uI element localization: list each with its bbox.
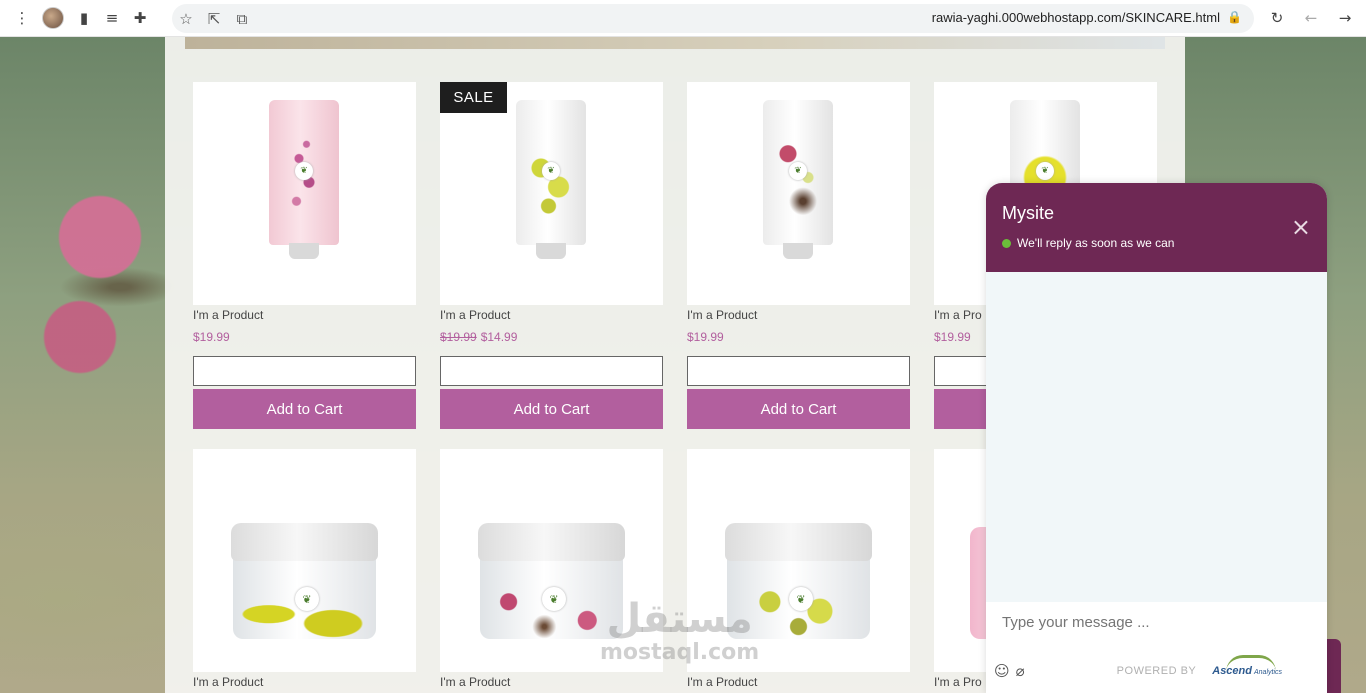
product-image[interactable]: ❦ [687, 82, 910, 305]
chat-message-input[interactable] [986, 602, 1327, 642]
product-name[interactable]: I'm a Product [193, 675, 416, 693]
product-image[interactable]: ❦ SALE [440, 82, 663, 305]
product-image[interactable]: ❦ [193, 449, 416, 672]
address-bar[interactable]: ☆ ⇱ ⧉ rawia-yaghi.000webhostapp.com/SKIN… [172, 4, 1254, 33]
product-price: $19.99 [687, 330, 724, 344]
quantity-input[interactable] [440, 356, 663, 386]
attachment-icon[interactable]: ⌀ [1016, 662, 1025, 680]
leaf-icon: ❦ [295, 587, 319, 611]
chat-status: We'll reply as soon as we can [1002, 236, 1311, 250]
product-card: ❦ I'm a Product [193, 449, 416, 693]
leaf-icon: ❦ [1036, 162, 1054, 180]
url-text[interactable]: rawia-yaghi.000webhostapp.com/SKINCARE.h… [932, 10, 1220, 25]
hero-banner [185, 37, 1165, 49]
product-price: $19.99 $14.99 [440, 330, 518, 344]
translate-icon[interactable]: ⧉ [228, 5, 256, 33]
close-icon[interactable]: × [1291, 215, 1311, 239]
sidebar-icon[interactable]: ▮ [70, 4, 98, 32]
add-to-cart-button[interactable]: Add to Cart [193, 389, 416, 429]
profile-avatar[interactable] [42, 7, 64, 29]
lock-icon[interactable]: 🔒 [1227, 10, 1242, 24]
product-name[interactable]: I'm a Product [440, 308, 663, 326]
reading-list-icon[interactable]: ≡ [98, 4, 126, 32]
browser-toolbar: ⋮ ▮ ≡ ✚ ☆ ⇱ ⧉ rawia-yaghi.000webhostapp.… [0, 0, 1366, 37]
menu-kebab-icon[interactable]: ⋮ [8, 4, 36, 32]
product-name[interactable]: I'm a Product [193, 308, 416, 326]
leaf-icon: ❦ [789, 162, 807, 180]
sale-badge: SALE [440, 82, 507, 113]
product-name[interactable]: I'm a Product [687, 308, 910, 326]
share-icon[interactable]: ⇱ [200, 5, 228, 33]
product-name[interactable]: I'm a Product [440, 675, 663, 693]
leaf-icon: ❦ [789, 587, 813, 611]
chat-footer: ☺ ⌀ POWERED BY Ascend Analytics [986, 649, 1327, 693]
product-card: ❦ I'm a Product $19.99 Add to Cart [687, 82, 910, 429]
leaf-icon: ❦ [542, 587, 566, 611]
powered-by-label: POWERED BY [1116, 665, 1197, 677]
online-status-icon [1002, 238, 1011, 248]
mostaql-watermark: مستقل mostaql.com [600, 596, 760, 665]
chat-side-tab[interactable] [1327, 639, 1341, 693]
product-image[interactable]: ❦ [193, 82, 416, 305]
leaf-icon: ❦ [295, 162, 313, 180]
add-to-cart-button[interactable]: Add to Cart [440, 389, 663, 429]
leaf-icon: ❦ [542, 162, 560, 180]
chat-widget: Mysite We'll reply as soon as we can × ☺… [986, 183, 1327, 693]
chat-title: Mysite [1002, 203, 1055, 223]
quantity-input[interactable] [687, 356, 910, 386]
emoji-icon[interactable]: ☺ [994, 662, 1010, 680]
chat-header: Mysite We'll reply as soon as we can × [986, 183, 1327, 272]
chat-messages [986, 272, 1327, 602]
product-price: $19.99 [193, 330, 230, 344]
reload-icon[interactable]: ↻ [1262, 4, 1292, 32]
back-icon[interactable]: ← [1296, 4, 1326, 32]
product-card: ❦ SALE I'm a Product $19.99 $14.99 Add to… [440, 82, 663, 429]
ascend-logo[interactable]: Ascend Analytics [1212, 655, 1282, 677]
bookmark-star-icon[interactable]: ☆ [172, 5, 200, 33]
product-card: ❦ I'm a Product $19.99 Add to Cart [193, 82, 416, 429]
quantity-input[interactable] [193, 356, 416, 386]
extensions-icon[interactable]: ✚ [126, 4, 154, 32]
add-to-cart-button[interactable]: Add to Cart [687, 389, 910, 429]
forward-icon[interactable]: → [1330, 4, 1360, 32]
product-name[interactable]: I'm a Product [687, 675, 910, 693]
